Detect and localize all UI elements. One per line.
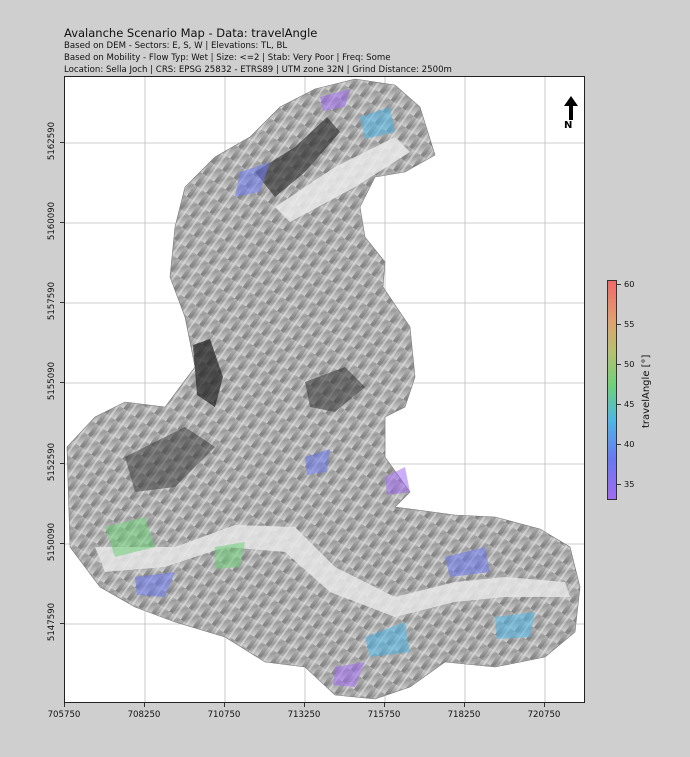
x-tick: 718250 <box>447 710 481 720</box>
x-tick: 708250 <box>127 710 161 720</box>
y-tick: 5155090 <box>47 361 57 401</box>
subtitle-mobility: Based on Mobility - Flow Typ: Wet | Size… <box>64 53 391 63</box>
y-tick: 5157590 <box>47 281 57 321</box>
subtitle-dem: Based on DEM - Sectors: E, S, W | Elevat… <box>64 41 288 51</box>
x-tick: 710750 <box>207 710 241 720</box>
colorbar <box>607 280 617 500</box>
map-title: Avalanche Scenario Map - Data: travelAng… <box>64 26 318 40</box>
y-tick: 5150090 <box>47 522 57 562</box>
terrain-map <box>65 77 584 702</box>
colorbar-label: travelAngle [°] <box>641 354 652 428</box>
y-tick: 5160090 <box>47 201 57 241</box>
x-tick: 715750 <box>367 710 401 720</box>
subtitle-location: Location: Sella Joch | CRS: EPSG 25832 -… <box>64 65 452 75</box>
colorbar-tick: 45 <box>624 399 635 409</box>
x-tick: 705750 <box>47 710 81 720</box>
y-tick: 5147590 <box>47 602 57 642</box>
north-label: N <box>564 120 573 131</box>
colorbar-tick: 50 <box>624 359 635 369</box>
map-plot-area[interactable] <box>64 76 585 703</box>
colorbar-tick: 35 <box>624 479 635 489</box>
colorbar-tick: 60 <box>624 279 635 289</box>
x-tick: 713250 <box>287 710 321 720</box>
y-tick: 5152590 <box>47 442 57 482</box>
colorbar-tick: 40 <box>624 439 635 449</box>
y-tick: 5162590 <box>47 121 57 161</box>
colorbar-tick: 55 <box>624 319 635 329</box>
x-tick: 720750 <box>527 710 561 720</box>
